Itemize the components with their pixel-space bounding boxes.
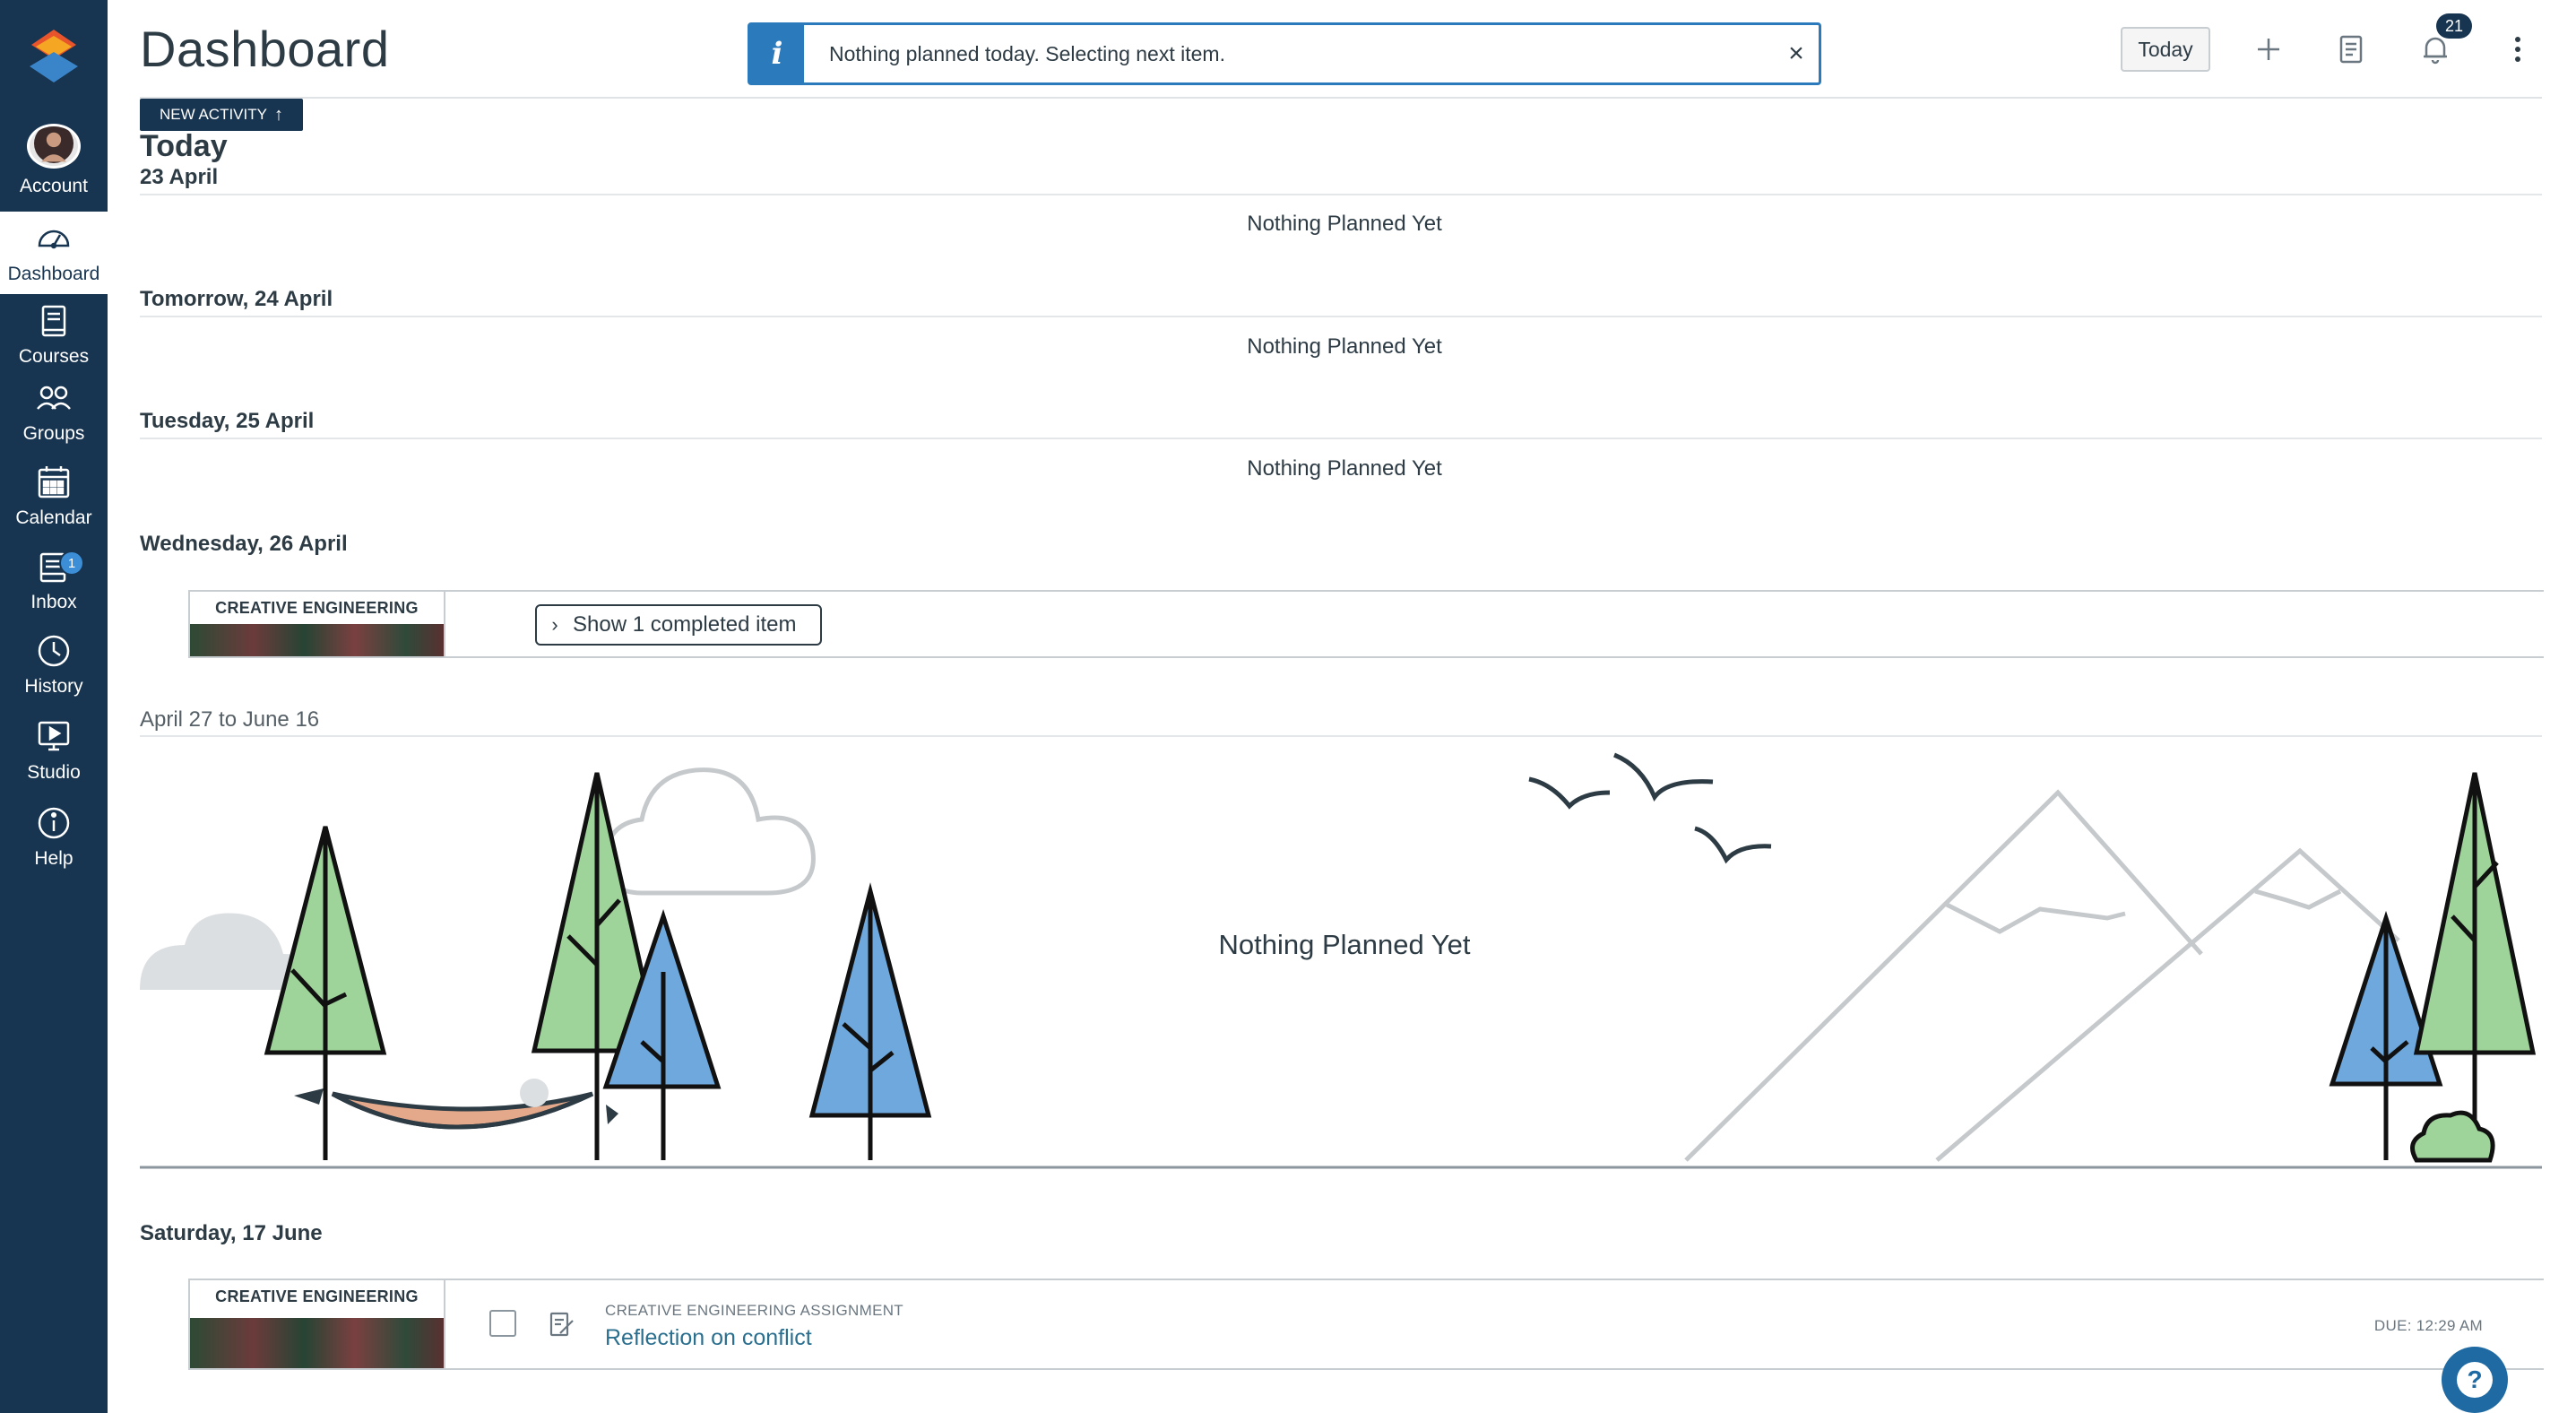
new-activity-button[interactable]: NEW ACTIVITY ↑ — [140, 99, 303, 131]
complete-checkbox[interactable] — [489, 1310, 516, 1337]
course-name: CREATIVE ENGINEERING — [215, 599, 419, 617]
nothing-planned-range: Nothing Planned Yet — [1218, 929, 1471, 960]
course-image — [190, 624, 444, 656]
nav-label-courses: Courses — [18, 346, 90, 367]
planner-item-row: CREATIVE ENGINEERING — [188, 1279, 2544, 1370]
nav-calendar[interactable]: Calendar — [0, 455, 108, 538]
day-date-today: 23 April — [140, 165, 219, 189]
inbox-badge: 1 — [59, 550, 84, 576]
nothing-planned-tomorrow: Nothing Planned Yet — [1247, 334, 1442, 359]
header-divider — [140, 97, 2542, 99]
new-activity-label: NEW ACTIVITY — [160, 106, 267, 123]
help-button[interactable]: ? — [2442, 1347, 2508, 1413]
nav-label-studio: Studio — [27, 762, 81, 783]
nav-label-calendar: Calendar — [15, 507, 92, 528]
nav-courses[interactable]: Courses — [0, 294, 108, 377]
nav-help[interactable]: Help — [0, 796, 108, 879]
nav-groups[interactable]: Groups — [0, 371, 108, 454]
grade-icon[interactable] — [2330, 29, 2372, 70]
due-time: DUE: 12:29 AM — [2373, 1317, 2483, 1334]
day-heading-tuesday: Tuesday, 25 April — [140, 409, 315, 433]
info-icon: i — [750, 25, 804, 82]
global-nav: Account Dashboard Courses Groups Calenda… — [0, 0, 108, 1413]
nav-studio[interactable]: Studio — [0, 710, 108, 793]
nav-label-inbox: Inbox — [30, 592, 77, 612]
avatar — [27, 124, 81, 169]
alert-close-button[interactable]: × — [1774, 39, 1819, 69]
course-tile[interactable]: CREATIVE ENGINEERING — [188, 1280, 445, 1368]
assignment-type: CREATIVE ENGINEERING ASSIGNMENT — [605, 1302, 903, 1319]
help-icon — [38, 807, 70, 839]
dashboard-icon — [38, 230, 70, 249]
course-group-row: CREATIVE ENGINEERING › Show 1 completed … — [188, 590, 2544, 658]
history-icon — [38, 635, 70, 667]
day-divider — [140, 194, 2542, 195]
notification-badge: 21 — [2436, 13, 2472, 39]
day-heading-today: Today — [140, 129, 228, 163]
nav-label-account: Account — [20, 176, 88, 196]
day-heading-saturday: Saturday, 17 June — [140, 1221, 323, 1245]
today-button[interactable]: Today — [2121, 27, 2210, 72]
nav-label-groups: Groups — [22, 423, 85, 444]
studio-icon — [38, 721, 70, 751]
arrow-up-icon: ↑ — [273, 104, 283, 125]
course-image — [190, 1318, 444, 1368]
show-completed-button[interactable]: › Show 1 completed item — [535, 604, 822, 646]
nav-inbox[interactable]: 1 Inbox — [0, 540, 108, 622]
assignment-link[interactable]: Reflection on conflict — [605, 1325, 812, 1351]
alert-message: Nothing planned today. Selecting next it… — [829, 41, 1225, 65]
chevron-right-icon: › — [551, 613, 558, 636]
kebab-menu-icon[interactable] — [2497, 29, 2538, 70]
show-completed-label: Show 1 completed item — [573, 612, 797, 637]
nav-dashboard[interactable]: Dashboard — [0, 212, 108, 294]
nav-account[interactable]: Account — [0, 124, 108, 206]
assignment-icon — [549, 1312, 574, 1337]
day-divider — [140, 316, 2542, 317]
nav-history[interactable]: History — [0, 624, 108, 706]
page-title: Dashboard — [140, 21, 390, 77]
day-heading-tomorrow: Tomorrow, 24 April — [140, 287, 333, 311]
question-icon: ? — [2457, 1362, 2493, 1398]
day-divider — [140, 735, 2542, 737]
day-heading-wednesday: Wednesday, 26 April — [140, 532, 348, 556]
groups-icon — [37, 386, 71, 410]
info-alert: i Nothing planned today. Selecting next … — [748, 22, 1821, 85]
nav-label-history: History — [24, 676, 83, 697]
nothing-planned-today: Nothing Planned Yet — [1247, 212, 1442, 236]
day-heading-range: April 27 to June 16 — [140, 707, 320, 732]
course-name: CREATIVE ENGINEERING — [215, 1287, 419, 1305]
nav-label-dashboard: Dashboard — [7, 264, 100, 284]
canvas-logo-icon[interactable] — [22, 25, 85, 88]
plus-icon[interactable] — [2248, 29, 2289, 70]
nav-label-help: Help — [34, 848, 73, 869]
courses-icon — [41, 305, 66, 337]
day-divider — [140, 438, 2542, 439]
calendar-icon — [38, 466, 70, 498]
course-tile[interactable]: CREATIVE ENGINEERING — [188, 592, 445, 656]
nothing-planned-tuesday: Nothing Planned Yet — [1247, 456, 1442, 481]
